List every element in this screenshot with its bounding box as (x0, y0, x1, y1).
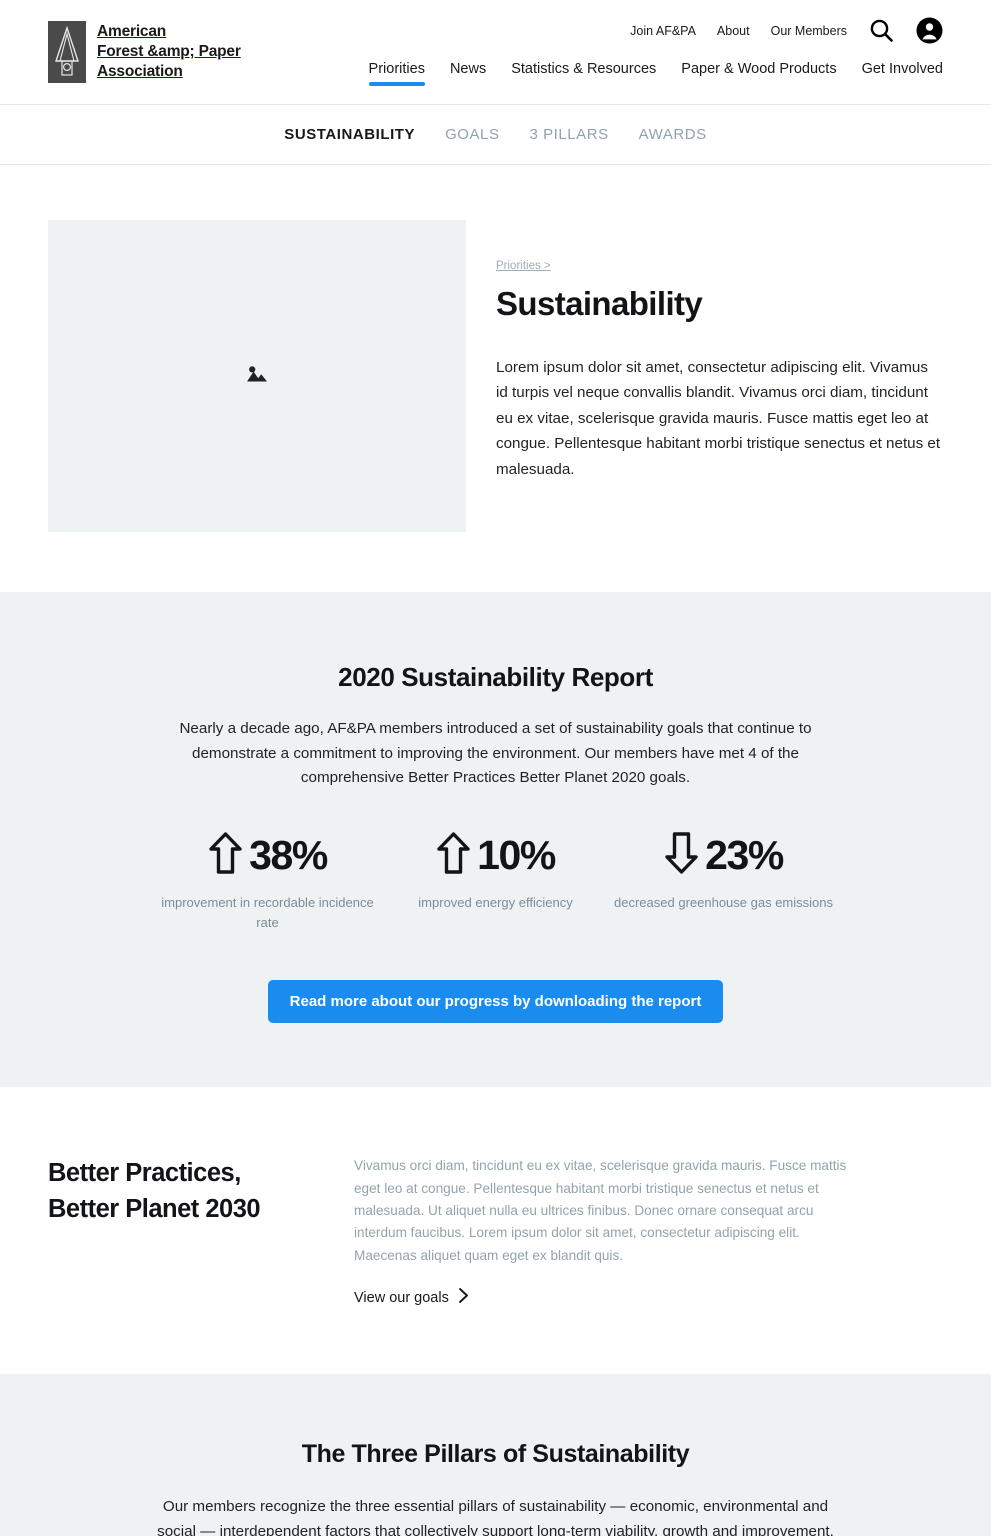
hero-body-text: Lorem ipsum dolor sit amet, consectetur … (496, 359, 941, 478)
account-avatar-icon[interactable] (916, 17, 943, 44)
breadcrumb[interactable]: Priorities > (496, 260, 551, 272)
view-our-goals-link[interactable]: View our goals (354, 1287, 469, 1308)
better-practices-section: Better Practices, Better Planet 2030 Viv… (0, 1087, 991, 1375)
download-report-button[interactable]: Read more about our progress by download… (267, 980, 724, 1024)
logo-line-1: American (97, 23, 167, 41)
hero-image-placeholder (48, 220, 466, 532)
stat-top: 23% (610, 831, 838, 881)
arrow-up-icon (436, 831, 471, 880)
logo-wordmark: American Forest &amp; Paper Association (97, 22, 241, 81)
hero-section: Priorities > Sustainability Lorem ipsum … (0, 165, 991, 592)
image-placeholder-icon (246, 364, 268, 389)
logo-line-2: Forest &amp; Paper (97, 43, 241, 61)
stats-row: 38% improvement in recordable incidence … (48, 831, 943, 933)
sub-nav-item-awards[interactable]: AWARDS (639, 126, 707, 143)
utility-nav: Join AF&PA About Our Members (630, 17, 943, 44)
main-nav: Priorities News Statistics & Resources P… (368, 61, 943, 86)
view-our-goals-label: View our goals (354, 1289, 449, 1306)
three-pillars-section: The Three Pillars of Sustainability Our … (0, 1374, 991, 1536)
logo-line-3: Association (97, 62, 183, 80)
stat-item: 38% improvement in recordable incidence … (154, 831, 382, 933)
util-link-our-members[interactable]: Our Members (771, 24, 847, 38)
nav-item-priorities[interactable]: Priorities (368, 61, 426, 86)
sub-nav-item-goals[interactable]: GOALS (445, 126, 499, 143)
arrow-up-icon (208, 831, 243, 880)
chevron-right-icon (458, 1287, 469, 1308)
stat-value: 10% (477, 832, 556, 879)
arrow-down-icon (664, 831, 699, 880)
stat-value: 38% (249, 832, 328, 879)
sub-nav-item-3-pillars[interactable]: 3 PILLARS (530, 126, 609, 143)
nav-item-statistics-resources[interactable]: Statistics & Resources (511, 61, 656, 86)
cta-wrap: Read more about our progress by download… (48, 980, 943, 1024)
stat-item: 10% improved energy efficiency (382, 831, 610, 933)
stat-label: improvement in recordable incidence rate (161, 894, 374, 931)
section-sub-nav: SUSTAINABILITY GOALS 3 PILLARS AWARDS (0, 105, 991, 165)
sub-nav-item-sustainability[interactable]: SUSTAINABILITY (284, 126, 415, 143)
report-intro-text: Nearly a decade ago, AF&PA members intro… (179, 720, 812, 787)
stat-label: decreased greenhouse gas emissions (614, 894, 833, 910)
better-practices-text: Vivamus orci diam, tincidunt eu ex vitae… (354, 1158, 847, 1263)
better-practices-body: Vivamus orci diam, tincidunt eu ex vitae… (354, 1155, 859, 1308)
site-header: American Forest &amp; Paper Association … (0, 0, 991, 105)
page-title: Sustainability (496, 285, 703, 322)
nav-item-news[interactable]: News (450, 61, 486, 86)
site-logo[interactable]: American Forest &amp; Paper Association (48, 21, 241, 83)
afpa-tree-logo-icon (48, 21, 86, 83)
three-pillars-heading: The Three Pillars of Sustainability (301, 1440, 690, 1469)
report-section: 2020 Sustainability Report Nearly a deca… (0, 592, 991, 1088)
util-link-join[interactable]: Join AF&PA (630, 24, 696, 38)
stat-item: 23% decreased greenhouse gas emissions (610, 831, 838, 933)
hero-body: Priorities > Sustainability Lorem ipsum … (496, 220, 943, 532)
util-link-about[interactable]: About (717, 24, 750, 38)
better-practices-title: Better Practices, Better Planet 2030 (48, 1159, 261, 1224)
stat-value: 23% (705, 832, 784, 879)
report-heading: 2020 Sustainability Report (338, 662, 653, 692)
stat-label: improved energy efficiency (418, 894, 573, 910)
search-icon[interactable] (868, 17, 895, 44)
stat-top: 10% (382, 831, 610, 881)
nav-item-get-involved[interactable]: Get Involved (862, 61, 943, 86)
three-pillars-intro-text: Our members recognize the three essentia… (157, 1498, 834, 1536)
stat-top: 38% (154, 831, 382, 881)
nav-item-paper-wood-products[interactable]: Paper & Wood Products (681, 61, 836, 86)
